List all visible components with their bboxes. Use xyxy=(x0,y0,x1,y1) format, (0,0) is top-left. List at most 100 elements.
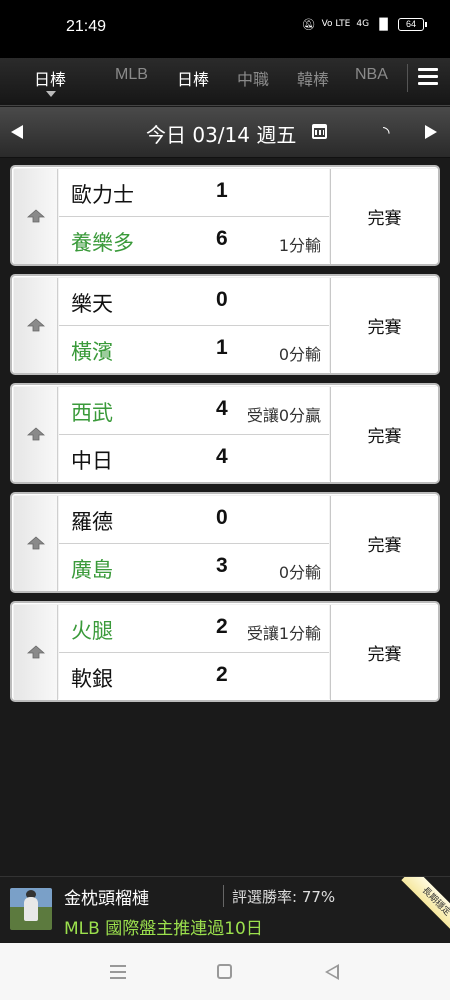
ribbon-badge: 長期穩定 xyxy=(388,877,450,939)
teams-area: 羅德 0 廣島 3 0分輸 xyxy=(59,496,329,591)
refresh-icon[interactable]: ◝ xyxy=(383,123,390,143)
teams-area: 樂天 0 橫濱 1 0分輸 xyxy=(59,278,329,373)
team-name: 樂天 xyxy=(71,292,113,316)
previous-day-arrow-icon[interactable] xyxy=(11,125,23,139)
handicap-result: 0分輸 xyxy=(278,345,321,364)
tab-mlb[interactable]: MLB xyxy=(115,66,148,84)
team-row-home: 廣島 3 0分輸 xyxy=(59,544,329,591)
team-name: 西武 xyxy=(71,401,113,425)
pin-arrow-icon[interactable] xyxy=(27,645,45,659)
team-row-away: 火腿 2 受讓1分輸 xyxy=(59,605,329,653)
game-card[interactable]: 火腿 2 受讓1分輸 軟銀 2 完賽 xyxy=(10,601,440,702)
pin-column[interactable] xyxy=(14,278,58,373)
pin-arrow-icon[interactable] xyxy=(27,427,45,441)
pin-arrow-icon[interactable] xyxy=(27,318,45,332)
handicap-result: 1分輸 xyxy=(278,236,321,255)
tab-divider xyxy=(407,64,408,92)
team-name: 歐力士 xyxy=(71,183,134,207)
team-score: 0 xyxy=(216,506,228,529)
game-status-cell[interactable]: 完賽 xyxy=(330,278,438,373)
tab-cpbl[interactable]: 中職 xyxy=(237,66,269,90)
team-score: 1 xyxy=(216,179,228,202)
calendar-icon[interactable] xyxy=(312,124,327,139)
team-score: 1 xyxy=(216,336,228,359)
pin-column[interactable] xyxy=(14,169,58,264)
date-bar: 今日 03/14 週五 ◝ xyxy=(0,107,450,158)
expert-win-rate: 評選勝率: 77% xyxy=(232,888,336,906)
game-status: 完賽 xyxy=(367,536,402,556)
status-bar: 21:49 🔕︎ Vo LTE 4G ▐▌ 64 xyxy=(0,0,450,58)
team-score: 2 xyxy=(216,615,228,638)
game-list: 歐力士 1 養樂多 6 1分輸 完賽 樂天 0 橫濱 1 0分輸 完賽 西武 4… xyxy=(10,165,440,710)
pin-column[interactable] xyxy=(14,605,58,700)
handicap-result: 0分輸 xyxy=(278,563,321,582)
team-name: 廣島 xyxy=(71,558,113,582)
status-time: 21:49 xyxy=(66,18,107,35)
team-name: 火腿 xyxy=(71,619,113,643)
game-status-cell[interactable]: 完賽 xyxy=(330,605,438,700)
game-status-cell[interactable]: 完賽 xyxy=(330,496,438,591)
teams-area: 西武 4 受讓0分贏 中日 4 xyxy=(59,387,329,482)
team-row-home: 中日 4 xyxy=(59,435,329,482)
tab-nba[interactable]: NBA xyxy=(355,66,388,84)
battery-icon: 64 xyxy=(398,18,427,31)
team-name: 軟銀 xyxy=(71,667,113,691)
team-score: 3 xyxy=(216,554,228,577)
team-row-home: 軟銀 2 xyxy=(59,653,329,700)
teams-area: 歐力士 1 養樂多 6 1分輸 xyxy=(59,169,329,264)
ad-headline: MLB 國際盤主推連過10日 xyxy=(64,919,263,939)
mute-bell-icon: 🔕︎ xyxy=(301,18,316,31)
team-row-away: 羅德 0 xyxy=(59,496,329,544)
game-card[interactable]: 西武 4 受讓0分贏 中日 4 完賽 xyxy=(10,383,440,484)
team-score: 2 xyxy=(216,663,228,686)
game-status: 完賽 xyxy=(367,645,402,665)
team-name: 橫濱 xyxy=(71,340,113,364)
teams-area: 火腿 2 受讓1分輸 軟銀 2 xyxy=(59,605,329,700)
team-name: 羅德 xyxy=(71,510,113,534)
status-icons: 🔕︎ Vo LTE 4G ▐▌ 64 xyxy=(301,18,427,31)
game-card[interactable]: 歐力士 1 養樂多 6 1分輸 完賽 xyxy=(10,165,440,266)
team-score: 6 xyxy=(216,227,228,250)
home-icon[interactable] xyxy=(217,964,232,979)
back-icon[interactable] xyxy=(325,964,339,980)
team-name: 中日 xyxy=(71,449,113,473)
game-status: 完賽 xyxy=(367,427,402,447)
team-row-away: 樂天 0 xyxy=(59,278,329,326)
team-score: 4 xyxy=(216,445,228,468)
team-score: 4 xyxy=(216,397,228,420)
handicap-result: 受讓1分輸 xyxy=(246,624,321,643)
team-score: 0 xyxy=(216,288,228,311)
league-selector[interactable]: 日棒 xyxy=(34,66,66,90)
handicap-result: 受讓0分贏 xyxy=(246,406,321,425)
game-status: 完賽 xyxy=(367,318,402,338)
pin-column[interactable] xyxy=(14,496,58,591)
ad-banner[interactable]: 金枕頭榴槤 評選勝率: 77% MLB 國際盤主推連過10日 長期穩定 xyxy=(0,876,450,942)
signal-icon: ▐▌ xyxy=(375,18,392,31)
team-row-away: 西武 4 受讓0分贏 xyxy=(59,387,329,435)
game-card[interactable]: 羅德 0 廣島 3 0分輸 完賽 xyxy=(10,492,440,593)
ad-divider xyxy=(223,885,224,907)
pin-arrow-icon[interactable] xyxy=(27,209,45,223)
recent-apps-icon[interactable] xyxy=(110,965,126,983)
game-status-cell[interactable]: 完賽 xyxy=(330,169,438,264)
game-card[interactable]: 樂天 0 橫濱 1 0分輸 完賽 xyxy=(10,274,440,375)
team-name: 養樂多 xyxy=(71,231,134,255)
game-status-cell[interactable]: 完賽 xyxy=(330,387,438,482)
ribbon-label: 長期穩定 xyxy=(401,877,450,937)
tab-kbo[interactable]: 韓棒 xyxy=(297,66,329,90)
expert-avatar xyxy=(10,888,52,930)
league-tab-bar: 日棒 MLB 日棒 中職 韓棒 NBA xyxy=(0,58,450,106)
pin-arrow-icon[interactable] xyxy=(27,536,45,550)
system-nav-bar xyxy=(0,943,450,1000)
expert-name: 金枕頭榴槤 xyxy=(64,889,149,909)
date-label: 今日 03/14 週五 xyxy=(146,123,297,147)
team-row-away: 歐力士 1 xyxy=(59,169,329,217)
team-row-home: 養樂多 6 1分輸 xyxy=(59,217,329,264)
team-row-home: 橫濱 1 0分輸 xyxy=(59,326,329,373)
caret-down-icon[interactable] xyxy=(46,91,56,97)
tab-npb[interactable]: 日棒 xyxy=(177,66,209,90)
next-day-arrow-icon[interactable] xyxy=(425,125,437,139)
pin-column[interactable] xyxy=(14,387,58,482)
volte-label: Vo LTE xyxy=(321,19,351,29)
menu-icon[interactable] xyxy=(418,68,438,86)
